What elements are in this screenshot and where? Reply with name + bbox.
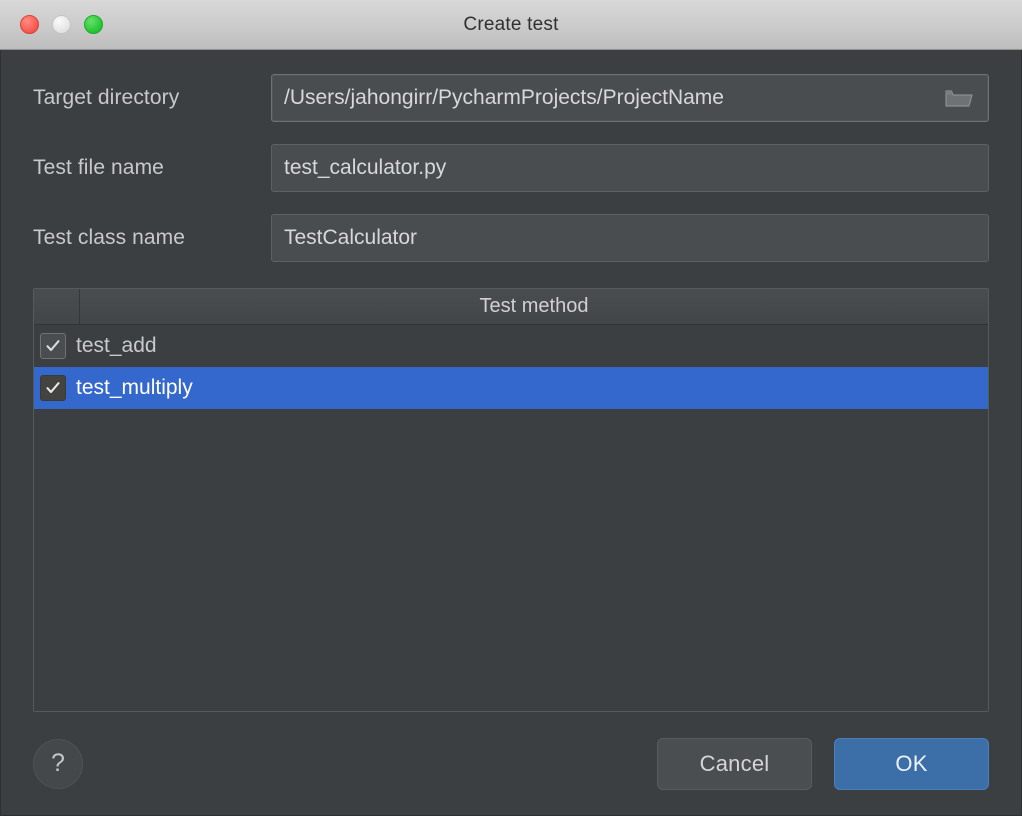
table-row[interactable]: test_multiply <box>34 367 988 409</box>
create-test-dialog: Create test Target directory /Users/jaho… <box>0 0 1022 816</box>
target-directory-field[interactable]: /Users/jahongirr/PycharmProjects/Project… <box>271 74 989 122</box>
test-file-name-row: Test file name test_calculator.py <box>33 144 989 192</box>
row-checkbox[interactable] <box>40 333 66 359</box>
test-class-name-row: Test class name TestCalculator <box>33 214 989 262</box>
minimize-button[interactable] <box>52 15 71 34</box>
cancel-button[interactable]: Cancel <box>657 737 812 790</box>
close-button[interactable] <box>20 15 39 34</box>
table-body[interactable]: test_add test_multiply <box>34 325 988 711</box>
table-row[interactable]: test_add <box>34 325 988 367</box>
window-title: Create test <box>463 13 559 35</box>
test-class-name-label: Test class name <box>33 226 186 249</box>
test-method-table: Test method test_add test_multiply <box>33 288 989 712</box>
table-header-row: Test method <box>34 289 988 325</box>
window-titlebar: Create test <box>0 0 1022 50</box>
test-file-name-label: Test file name <box>33 156 164 179</box>
test-class-name-value: TestCalculator <box>284 226 418 249</box>
test-file-name-field[interactable]: test_calculator.py <box>271 144 989 192</box>
maximize-button[interactable] <box>84 15 103 34</box>
ok-button[interactable]: OK <box>834 737 989 790</box>
help-button[interactable]: ? <box>33 738 83 789</box>
target-directory-value: /Users/jahongirr/PycharmProjects/Project… <box>284 86 724 109</box>
folder-open-icon[interactable] <box>942 81 976 115</box>
test-file-name-value: test_calculator.py <box>284 156 447 179</box>
dialog-footer: ? Cancel OK <box>0 712 1022 816</box>
table-row-label: test_add <box>76 334 157 357</box>
target-directory-row: Target directory /Users/jahongirr/Pychar… <box>33 74 989 122</box>
row-checkbox[interactable] <box>40 375 66 401</box>
table-row-label: test_multiply <box>76 376 193 399</box>
test-class-name-field[interactable]: TestCalculator <box>271 214 989 262</box>
target-directory-label: Target directory <box>33 86 180 109</box>
window-controls <box>20 15 103 34</box>
table-header-checkbox-column[interactable] <box>34 289 80 324</box>
table-header-test-method[interactable]: Test method <box>80 295 988 318</box>
dialog-body: Target directory /Users/jahongirr/Pychar… <box>0 50 1022 712</box>
